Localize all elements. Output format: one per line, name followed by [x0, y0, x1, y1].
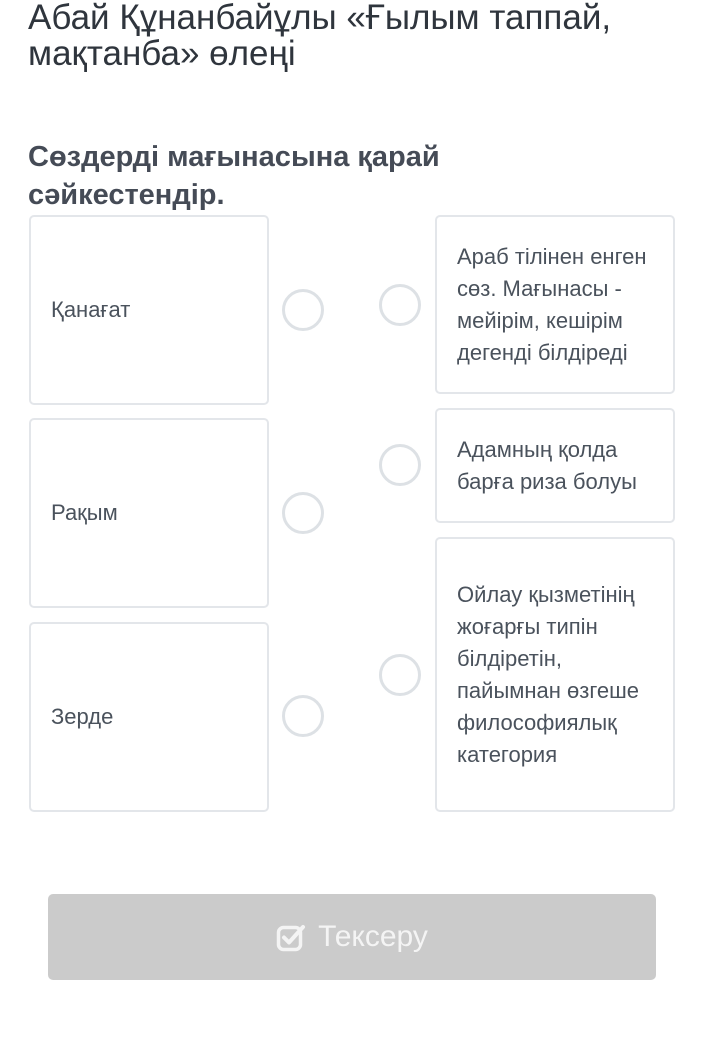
- checkbox-check-icon: [276, 922, 306, 952]
- right-connector-radio-1[interactable]: [379, 284, 421, 326]
- right-item-qanagat-definition[interactable]: Адамның қолда барға риза болуы: [435, 408, 675, 523]
- left-item-zerde[interactable]: Зерде: [29, 622, 269, 812]
- right-item-label: Ойлау қызметінің жоғарғы типін білдіреті…: [457, 581, 640, 767]
- left-connector-radio-1[interactable]: [282, 289, 324, 331]
- right-item-label: Адамның қолда барға риза болуы: [457, 436, 637, 494]
- right-item-label: Араб тілінен енген сөз. Мағынасы - мейір…: [457, 243, 647, 365]
- right-connector-radio-3[interactable]: [379, 654, 421, 696]
- instruction-text: Сөздерді мағынасына қарай сәйкестендір.: [28, 141, 440, 211]
- check-button-label: Тексеру: [318, 920, 428, 953]
- left-item-qanagat[interactable]: Қанағат: [29, 215, 269, 405]
- left-item-label: Қанағат: [51, 297, 131, 322]
- left-connector-radio-3[interactable]: [282, 695, 324, 737]
- right-item-zerde-definition[interactable]: Ойлау қызметінің жоғарғы типін білдіреті…: [435, 537, 675, 812]
- left-item-label: Зерде: [51, 704, 114, 729]
- check-button[interactable]: Тексеру: [48, 894, 656, 980]
- left-item-raqym[interactable]: Рақым: [29, 418, 269, 608]
- left-item-label: Рақым: [51, 500, 118, 525]
- right-connector-radio-2[interactable]: [379, 444, 421, 486]
- right-item-rakym-definition[interactable]: Араб тілінен енген сөз. Мағынасы - мейір…: [435, 215, 675, 394]
- left-connector-radio-2[interactable]: [282, 492, 324, 534]
- page-title: Абай Құнанбайұлы «Ғылым таппай, мақтанба…: [28, 0, 612, 73]
